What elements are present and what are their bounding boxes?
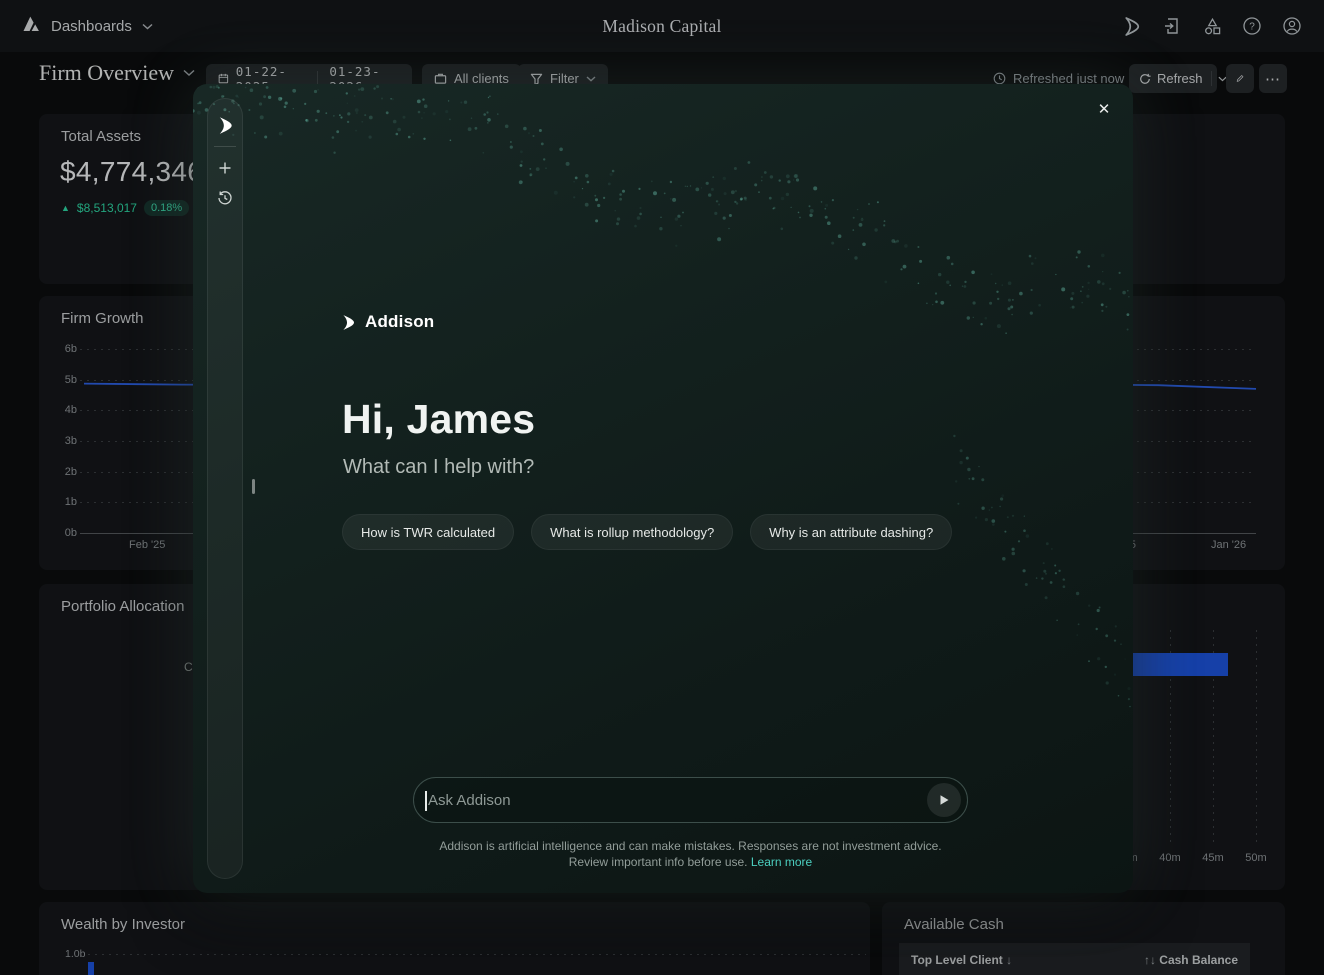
app-root: Madison Capital Dashboards ?: [0, 0, 1324, 975]
text-cursor: [425, 791, 427, 811]
suggestion-chip-attribute[interactable]: Why is an attribute dashing?: [750, 514, 952, 550]
particle-wave-decoration: [193, 84, 1133, 893]
addison-logo-icon: [340, 314, 357, 331]
ask-addison-input[interactable]: [414, 792, 927, 809]
addison-modal: ✕ Addison Hi, James What can I help with…: [193, 84, 1133, 893]
ask-addison-inputbox: [413, 777, 968, 823]
disclaimer-line1: Addison is artificial intelligence and c…: [439, 839, 941, 853]
new-chat-icon[interactable]: [212, 155, 238, 181]
greeting-subtitle: What can I help with?: [343, 456, 534, 479]
divider: [214, 146, 236, 147]
history-icon[interactable]: [212, 185, 238, 211]
suggestion-chip-rollup[interactable]: What is rollup methodology?: [531, 514, 733, 550]
ai-disclaimer: Addison is artificial intelligence and c…: [413, 839, 968, 870]
addison-brandmark: Addison: [340, 312, 434, 332]
send-button[interactable]: [927, 783, 961, 817]
close-icon[interactable]: ✕: [1093, 98, 1115, 120]
suggestion-chip-twr[interactable]: How is TWR calculated: [342, 514, 514, 550]
learn-more-link[interactable]: Learn more: [751, 855, 812, 869]
scrollbar-thumb[interactable]: [252, 479, 255, 494]
addison-logo-icon[interactable]: [212, 112, 238, 138]
suggestion-chips: How is TWR calculated What is rollup met…: [342, 514, 952, 550]
greeting-text: Hi, James: [342, 396, 535, 443]
addison-brand-label: Addison: [365, 312, 434, 332]
modal-sidebar: [207, 98, 243, 879]
send-arrow-icon: [938, 794, 950, 806]
disclaimer-line2: Review important info before use.: [569, 855, 748, 869]
